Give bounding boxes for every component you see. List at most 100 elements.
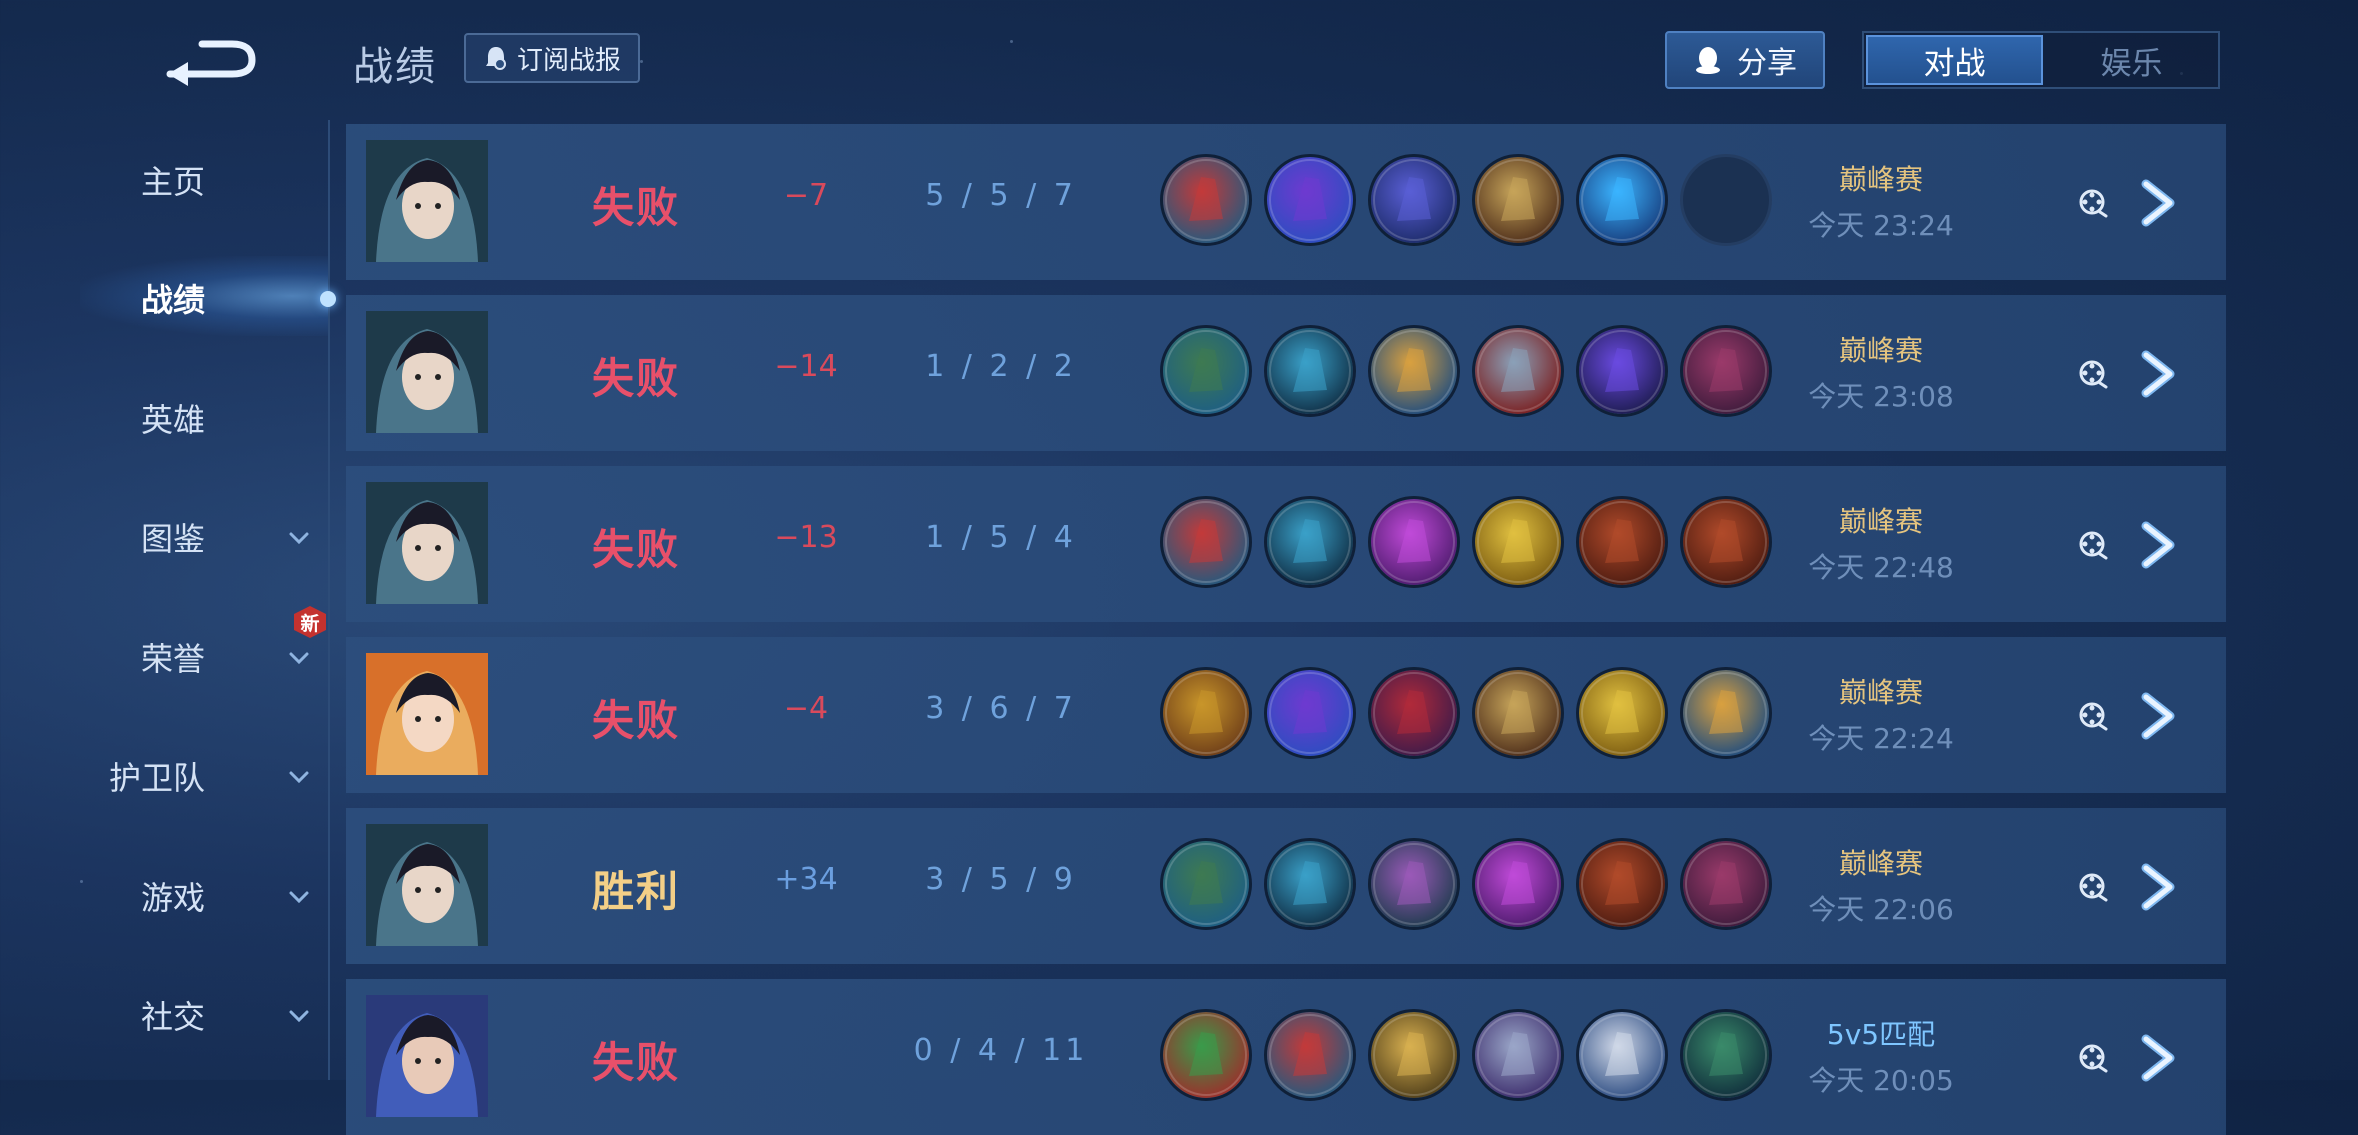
- white-mask-icon: [1576, 1009, 1668, 1101]
- chevron-right-icon[interactable]: [2138, 862, 2184, 912]
- item-build: [1160, 325, 1772, 417]
- share-button[interactable]: 分享: [1665, 31, 1825, 89]
- game-mode: 巅峰赛: [1838, 505, 1923, 538]
- replay-icon[interactable]: [2076, 528, 2108, 560]
- chevron-down-icon: [289, 771, 309, 784]
- golden-knight-icon: [1368, 1009, 1460, 1101]
- score-change: −13: [774, 520, 838, 555]
- silver-armor-icon: [1472, 1009, 1564, 1101]
- golden-staff-icon: [1368, 325, 1460, 417]
- back-button[interactable]: [160, 22, 260, 92]
- purple-tome-icon: [1680, 838, 1772, 930]
- chevron-right-icon[interactable]: [2138, 349, 2184, 399]
- score-change: −14: [774, 349, 838, 384]
- game-mode: 5v5匹配: [1826, 1018, 1936, 1051]
- match-row[interactable]: 失败 −4 3 / 6 / 7 巅峰赛今天 22:24: [346, 637, 2226, 793]
- background-star: [640, 60, 643, 63]
- sidebar-item-7[interactable]: 社交: [0, 985, 330, 1045]
- sidebar-item-label: 战绩: [140, 281, 205, 319]
- purple-tome-icon: [1680, 325, 1772, 417]
- green-boots-icon: [1160, 325, 1252, 417]
- dark-haired-heroine-portrait: [366, 311, 488, 433]
- match-row[interactable]: 失败 −14 1 / 2 / 2 巅峰赛 今天 23:08: [346, 295, 2226, 451]
- chevron-right-icon[interactable]: [2138, 1033, 2184, 1083]
- gold-scepter-icon: [1576, 667, 1668, 759]
- purple-cloak-icon: [1472, 838, 1564, 930]
- red-boots-icon: [1160, 154, 1252, 246]
- replay-icon[interactable]: [2076, 357, 2108, 389]
- replay-icon[interactable]: [2076, 870, 2108, 902]
- sidebar-item-label: 荣誉: [140, 640, 205, 678]
- return-arrow-icon: [166, 40, 256, 86]
- game-mode: 巅峰赛: [1838, 334, 1923, 367]
- chevron-down-icon: [289, 532, 309, 545]
- dark-haired-heroine-portrait: [366, 482, 488, 604]
- match-time: 今天 22:06: [1808, 893, 1954, 926]
- replay-icon[interactable]: [2076, 699, 2108, 731]
- chevron-right-icon[interactable]: [2138, 178, 2184, 228]
- sidebar-item-label: 图鉴: [140, 520, 205, 558]
- kda-stat: 5 / 5 / 7: [925, 178, 1077, 213]
- match-row[interactable]: 胜利 +34 3 / 5 / 9 巅峰赛 今天 22:06: [346, 808, 2226, 964]
- match-row[interactable]: 失败 0 / 4 / 11 5v5匹配今天 20:05: [346, 979, 2226, 1135]
- scythe-icon: [1264, 838, 1356, 930]
- game-mode: 巅峰赛: [1838, 163, 1923, 196]
- spellbook-icon: [1472, 154, 1564, 246]
- item-build: [1160, 838, 1772, 930]
- replay-icon[interactable]: [2076, 186, 2108, 218]
- item-build: [1160, 667, 1772, 759]
- match-result: 失败: [591, 696, 680, 745]
- sidebar-item-4[interactable]: 荣誉: [0, 627, 330, 687]
- empty-slot: [1680, 154, 1772, 246]
- jade-dragon-icon: [1160, 1009, 1252, 1101]
- sidebar-item-0[interactable]: 主页: [0, 150, 330, 210]
- purple-cloak-icon: [1368, 496, 1460, 588]
- tab-entertainment[interactable]: 娱乐: [2045, 33, 2218, 87]
- green-boots-icon: [1160, 838, 1252, 930]
- sidebar-item-label: 英雄: [140, 401, 205, 439]
- match-time: 今天 23:08: [1808, 380, 1954, 413]
- game-mode: 巅峰赛: [1838, 676, 1923, 709]
- score-change: +34: [774, 862, 838, 897]
- chevron-down-icon: [289, 1010, 309, 1023]
- golden-staff-icon: [1680, 667, 1772, 759]
- chevron-right-icon[interactable]: [2138, 520, 2184, 570]
- page-title: 战绩: [353, 44, 437, 90]
- scythe-icon: [1264, 325, 1356, 417]
- kda-stat: 0 / 4 / 11: [913, 1033, 1089, 1068]
- red-boots-icon: [1160, 496, 1252, 588]
- skull-mask-icon: [1368, 838, 1460, 930]
- red-tome-icon: [1576, 838, 1668, 930]
- crimson-hood-icon: [1368, 667, 1460, 759]
- match-time: 今天 20:05: [1808, 1064, 1954, 1097]
- dark-haired-heroine-portrait: [366, 824, 488, 946]
- match-time: 今天 22:24: [1808, 722, 1954, 755]
- subscribe-report-button[interactable]: 订阅战报: [464, 33, 640, 83]
- purple-dragon-icon: [1264, 154, 1356, 246]
- match-result: 失败: [591, 1038, 680, 1087]
- scythe-icon: [1264, 496, 1356, 588]
- sidebar-item-3[interactable]: 图鉴: [0, 507, 330, 567]
- ice-staff-icon: [1368, 154, 1460, 246]
- sidebar-item-5[interactable]: 护卫队: [0, 746, 330, 806]
- match-row[interactable]: 失败 −13 1 / 5 / 4 巅峰赛 今天 22:48: [346, 466, 2226, 622]
- item-build: [1160, 1009, 1772, 1101]
- sidebar-item-1[interactable]: 战绩: [0, 268, 330, 328]
- dark-haired-warrior-portrait: [366, 995, 488, 1117]
- red-boots-icon: [1264, 1009, 1356, 1101]
- replay-icon[interactable]: [2076, 1041, 2108, 1073]
- match-row[interactable]: 失败 −7 5 / 5 / 7 巅峰赛 今天 23:24: [346, 124, 2226, 280]
- chevron-right-icon[interactable]: [2138, 691, 2184, 741]
- sidebar-item-2[interactable]: 英雄: [0, 388, 330, 448]
- bell-icon: [485, 47, 506, 70]
- dark-haired-heroine-portrait: [366, 140, 488, 262]
- match-time: 今天 22:48: [1808, 551, 1954, 584]
- qq-penguin-icon: [1696, 47, 1720, 74]
- tab-battle[interactable]: 对战: [1866, 35, 2043, 85]
- score-change: −4: [783, 691, 829, 726]
- match-result: 失败: [591, 354, 680, 403]
- sidebar-item-label: 游戏: [140, 879, 205, 917]
- sidebar-item-6[interactable]: 游戏: [0, 866, 330, 926]
- kda-stat: 3 / 6 / 7: [925, 691, 1077, 726]
- item-build: [1160, 154, 1772, 246]
